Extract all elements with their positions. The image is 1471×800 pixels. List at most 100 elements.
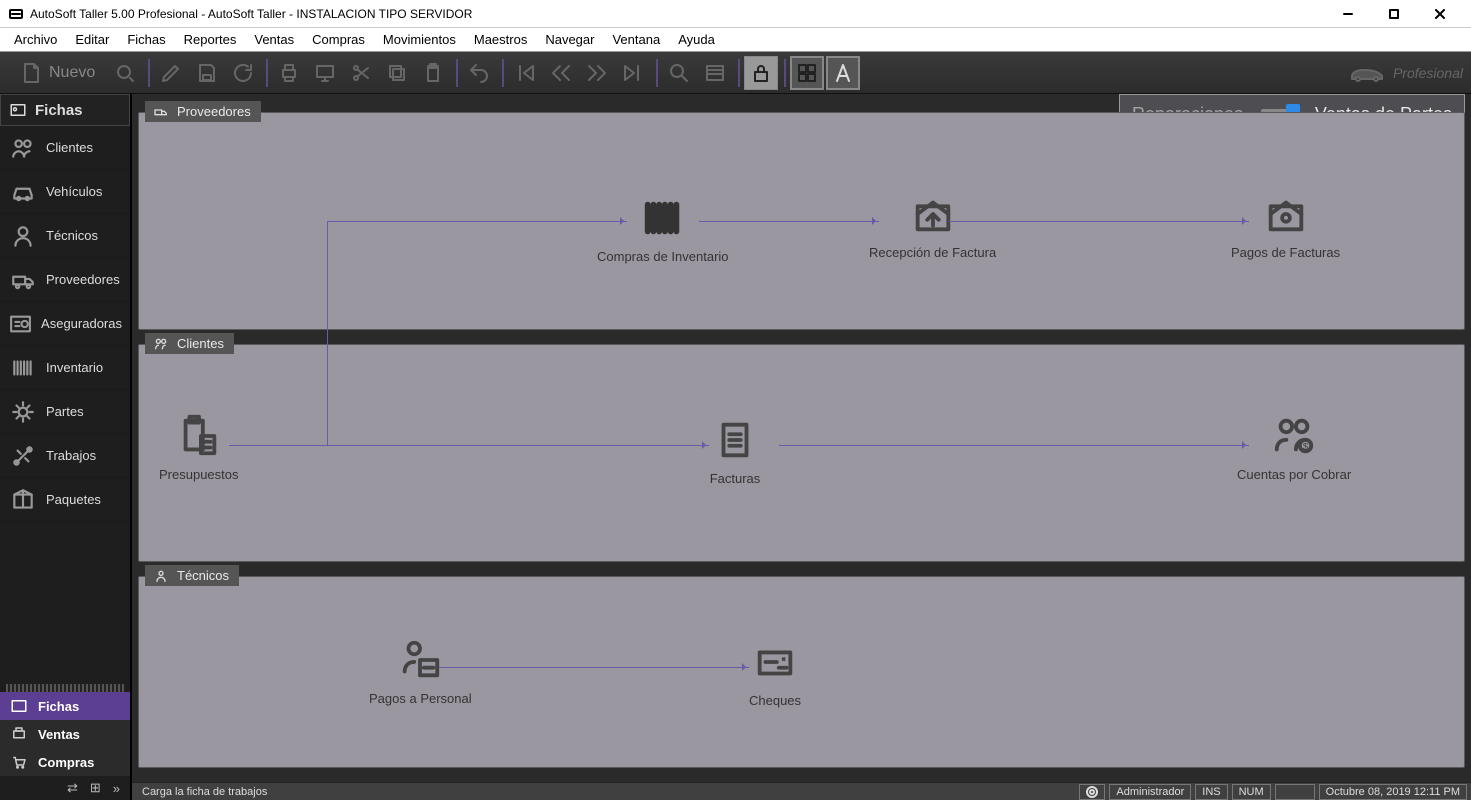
menu-reportes[interactable]: Reportes	[176, 30, 245, 49]
person-icon	[8, 223, 38, 249]
people-money-icon: $	[1268, 413, 1320, 459]
toolbar-save-button[interactable]	[190, 56, 224, 90]
menu-archivo[interactable]: Archivo	[6, 30, 65, 49]
menu-navegar[interactable]: Navegar	[537, 30, 602, 49]
sidebar-item-proveedores[interactable]: Proveedores	[0, 258, 130, 302]
toolbar-font-button[interactable]	[826, 56, 860, 90]
menu-ayuda[interactable]: Ayuda	[670, 30, 723, 49]
toolbar-lock-button[interactable]	[744, 56, 778, 90]
node-facturas[interactable]: Facturas	[709, 417, 761, 486]
swap-icon[interactable]: ⇄	[67, 780, 78, 796]
person-pay-icon	[394, 637, 446, 683]
toolbar-new-ring-button[interactable]	[108, 56, 142, 90]
toolbar-edit-button[interactable]	[154, 56, 188, 90]
node-label: Cuentas por Cobrar	[1237, 467, 1351, 482]
people-icon	[8, 135, 38, 161]
sidebar-item-label: Vehículos	[46, 184, 102, 199]
print-icon	[277, 61, 301, 85]
sidebar-item-vehiculos[interactable]: Vehículos	[0, 170, 130, 214]
menu-fichas[interactable]: Fichas	[119, 30, 173, 49]
last-icon	[621, 61, 645, 85]
tools-icon	[8, 443, 38, 469]
toolbar-separator	[784, 59, 786, 87]
status-datetime: Octubre 08, 2019 12:11 PM	[1319, 784, 1467, 800]
toolbar-paste-button[interactable]	[416, 56, 450, 90]
close-button[interactable]	[1417, 0, 1463, 28]
toolbar-separator	[502, 59, 504, 87]
node-recepcion-factura[interactable]: Recepción de Factura	[869, 191, 996, 260]
menu-compras[interactable]: Compras	[304, 30, 373, 49]
sidebar-splitter[interactable]	[6, 684, 124, 692]
toolbar-grid-button[interactable]	[790, 56, 824, 90]
new-document-icon	[19, 61, 43, 85]
minimize-button[interactable]	[1325, 0, 1371, 28]
svg-text:$: $	[1303, 441, 1309, 452]
toolbar-first-button[interactable]	[508, 56, 542, 90]
chevron-right-icon[interactable]: »	[113, 781, 120, 796]
refresh-icon	[231, 61, 255, 85]
barcode-icon	[8, 355, 38, 381]
status-num: NUM	[1232, 784, 1271, 800]
scissors-icon	[349, 61, 373, 85]
print-icon	[10, 725, 28, 743]
car-icon	[1349, 64, 1385, 82]
sidebar-tab-compras[interactable]: Compras	[0, 748, 130, 776]
maximize-button[interactable]	[1371, 0, 1417, 28]
node-cuentas-cobrar[interactable]: $ Cuentas por Cobrar	[1237, 413, 1351, 482]
toolbar-prev-button[interactable]	[544, 56, 578, 90]
node-cheques[interactable]: Cheques	[749, 639, 801, 708]
menu-ventas[interactable]: Ventas	[246, 30, 302, 49]
toolbar-search-button[interactable]	[662, 56, 696, 90]
sidebar-item-trabajos[interactable]: Trabajos	[0, 434, 130, 478]
forward-icon	[585, 61, 609, 85]
toolbar-print-button[interactable]	[272, 56, 306, 90]
panel-tecnicos: Técnicos Pagos a Personal Cheques	[138, 576, 1465, 768]
copy-icon	[385, 61, 409, 85]
rewind-icon	[549, 61, 573, 85]
status-hint: Carga la ficha de trabajos	[136, 786, 1075, 798]
menu-maestros[interactable]: Maestros	[466, 30, 535, 49]
barcode-icon	[637, 195, 689, 241]
node-label: Pagos de Facturas	[1231, 245, 1340, 260]
toolbar-next-button[interactable]	[580, 56, 614, 90]
sidebar-tab-ventas[interactable]: Ventas	[0, 720, 130, 748]
toolbar-screen-button[interactable]	[308, 56, 342, 90]
sidebar-item-clientes[interactable]: Clientes	[0, 126, 130, 170]
cart-icon	[10, 753, 28, 771]
sidebar-item-tecnicos[interactable]: Técnicos	[0, 214, 130, 258]
node-presupuestos[interactable]: Presupuestos	[159, 413, 239, 482]
toolbar-last-button[interactable]	[616, 56, 650, 90]
tree-icon[interactable]: ⊞	[90, 780, 101, 796]
toolbar: Nuevo Profesional	[0, 52, 1471, 94]
sidebar-tab-label: Fichas	[38, 699, 79, 714]
toolbar-cut-button[interactable]	[344, 56, 378, 90]
sidebar-item-partes[interactable]: Partes	[0, 390, 130, 434]
lock-icon	[749, 61, 773, 85]
invoice-icon	[709, 417, 761, 463]
toolbar-list-button[interactable]	[698, 56, 732, 90]
sidebar-item-paquetes[interactable]: Paquetes	[0, 478, 130, 522]
sidebar-item-label: Aseguradoras	[41, 316, 122, 331]
grid-icon	[795, 61, 819, 85]
sidebar-item-inventario[interactable]: Inventario	[0, 346, 130, 390]
node-pagos-personal[interactable]: Pagos a Personal	[369, 637, 472, 706]
toolbar-copy-button[interactable]	[380, 56, 414, 90]
menu-movimientos[interactable]: Movimientos	[375, 30, 464, 49]
car-icon	[8, 179, 38, 205]
target-icon	[1086, 786, 1098, 798]
menu-ventana[interactable]: Ventana	[604, 30, 668, 49]
toolbar-undo-button[interactable]	[462, 56, 496, 90]
toolbar-nuevo-button[interactable]: Nuevo	[8, 56, 106, 90]
node-compras-inventario[interactable]: Compras de Inventario	[597, 195, 729, 264]
node-pagos-facturas[interactable]: Pagos de Facturas	[1231, 191, 1340, 260]
clipboard-icon	[421, 61, 445, 85]
sidebar-tab-fichas[interactable]: Fichas	[0, 692, 130, 720]
toolbar-refresh-button[interactable]	[226, 56, 260, 90]
menu-editar[interactable]: Editar	[67, 30, 117, 49]
first-icon	[513, 61, 537, 85]
status-user: Administrador	[1109, 784, 1191, 800]
sidebar-bottom-tabs: Fichas Ventas Compras	[0, 692, 130, 776]
statusbar: Carga la ficha de trabajos Administrador…	[132, 782, 1471, 800]
sidebar-item-aseguradoras[interactable]: Aseguradoras	[0, 302, 130, 346]
sidebar-header[interactable]: Fichas	[0, 94, 130, 126]
